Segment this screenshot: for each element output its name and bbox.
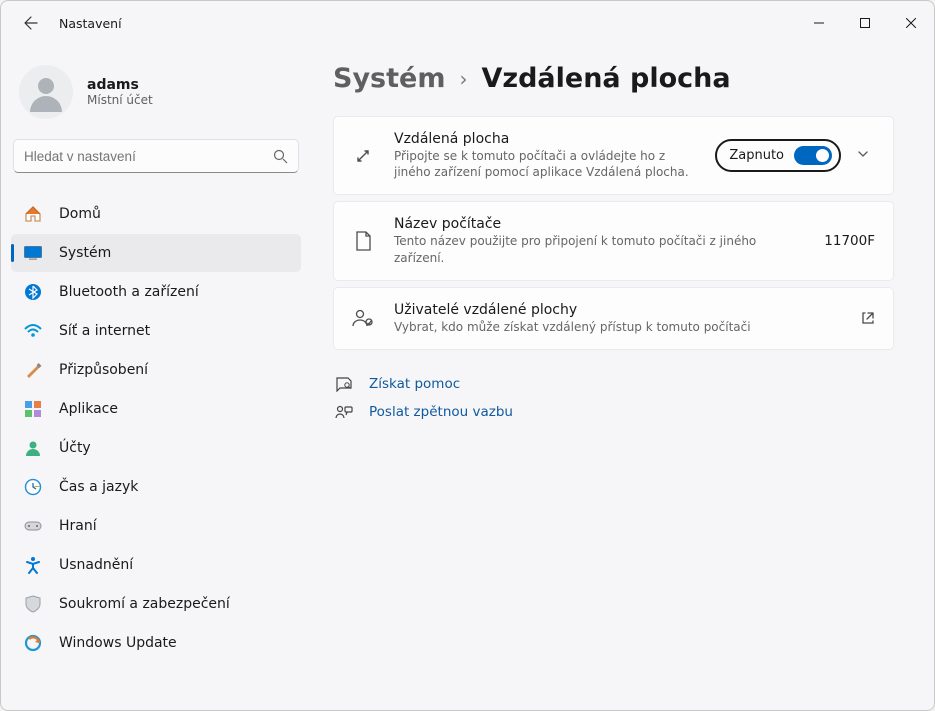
feedback-icon bbox=[333, 404, 355, 420]
nav-update[interactable]: Windows Update bbox=[11, 624, 301, 662]
document-icon bbox=[350, 228, 376, 254]
get-help-link[interactable]: Získat pomoc bbox=[369, 376, 460, 392]
nav-label: Aplikace bbox=[59, 401, 118, 417]
nav-label: Síť a internet bbox=[59, 323, 150, 339]
window-controls bbox=[796, 7, 934, 39]
apps-icon bbox=[23, 399, 43, 419]
main-content: Systém › Vzdálená plocha Vzdálená plocha… bbox=[311, 45, 934, 710]
minimize-icon bbox=[814, 18, 824, 28]
bluetooth-icon bbox=[23, 282, 43, 302]
breadcrumb-current: Vzdálená plocha bbox=[481, 63, 730, 94]
card-title: Uživatelé vzdálené plochy bbox=[394, 302, 843, 318]
open-link-icon bbox=[861, 311, 875, 325]
nav-label: Windows Update bbox=[59, 635, 177, 651]
avatar bbox=[19, 65, 73, 119]
chevron-down-icon bbox=[857, 148, 869, 160]
card-title: Název počítače bbox=[394, 216, 806, 232]
card-title: Vzdálená plocha bbox=[394, 131, 697, 147]
breadcrumb: Systém › Vzdálená plocha bbox=[333, 63, 894, 94]
card-sub: Tento název použijte pro připojení k tom… bbox=[394, 233, 806, 265]
system-icon bbox=[23, 243, 43, 263]
nav-system[interactable]: Systém bbox=[11, 234, 301, 272]
card-remote-desktop[interactable]: Vzdálená plocha Připojte se k tomuto poč… bbox=[333, 116, 894, 195]
nav-label: Účty bbox=[59, 440, 91, 456]
close-icon bbox=[906, 18, 916, 28]
expand-button[interactable] bbox=[851, 142, 875, 170]
brush-icon bbox=[23, 360, 43, 380]
card-remote-users[interactable]: Uživatelé vzdálené plochy Vybrat, kdo mů… bbox=[333, 287, 894, 350]
breadcrumb-root[interactable]: Systém bbox=[333, 63, 445, 94]
gamepad-icon bbox=[23, 516, 43, 536]
close-button[interactable] bbox=[888, 7, 934, 39]
nav-label: Usnadnění bbox=[59, 557, 133, 573]
card-pc-name: Název počítače Tento název použijte pro … bbox=[333, 201, 894, 280]
nav-personalization[interactable]: Přizpůsobení bbox=[11, 351, 301, 389]
back-button[interactable] bbox=[11, 3, 51, 43]
nav-list: Domů Systém Bluetooth a zařízení Síť a i… bbox=[11, 195, 301, 662]
wifi-icon bbox=[23, 321, 43, 341]
window-title: Nastavení bbox=[59, 16, 122, 31]
shield-icon bbox=[23, 594, 43, 614]
maximize-button[interactable] bbox=[842, 7, 888, 39]
nav-bluetooth[interactable]: Bluetooth a zařízení bbox=[11, 273, 301, 311]
help-links: Získat pomoc Poslat zpětnou vazbu bbox=[333, 376, 894, 420]
pc-name-value: 11700F bbox=[824, 233, 875, 249]
feedback-link-row: Poslat zpětnou vazbu bbox=[333, 404, 894, 420]
remote-desktop-toggle-group: Zapnuto bbox=[715, 139, 841, 172]
search-box[interactable] bbox=[13, 139, 299, 173]
nav-label: Přizpůsobení bbox=[59, 362, 148, 378]
card-sub: Vybrat, kdo může získat vzdálený přístup… bbox=[394, 319, 843, 335]
minimize-button[interactable] bbox=[796, 7, 842, 39]
nav-label: Domů bbox=[59, 206, 101, 222]
nav-label: Systém bbox=[59, 245, 111, 261]
chevron-right-icon: › bbox=[459, 67, 467, 91]
card-sub: Připojte se k tomuto počítači a ovládejt… bbox=[394, 148, 697, 180]
nav-privacy[interactable]: Soukromí a zabezpečení bbox=[11, 585, 301, 623]
remote-desktop-toggle[interactable] bbox=[794, 146, 832, 165]
nav-label: Bluetooth a zařízení bbox=[59, 284, 199, 300]
clock-icon bbox=[23, 477, 43, 497]
search-icon bbox=[273, 149, 288, 164]
update-icon bbox=[23, 633, 43, 653]
send-feedback-link[interactable]: Poslat zpětnou vazbu bbox=[369, 404, 513, 420]
titlebar: Nastavení bbox=[1, 1, 934, 45]
back-arrow-icon bbox=[23, 15, 39, 31]
users-icon bbox=[350, 305, 376, 331]
toggle-label: Zapnuto bbox=[729, 148, 784, 163]
nav-accounts[interactable]: Účty bbox=[11, 429, 301, 467]
search-input[interactable] bbox=[24, 149, 273, 164]
account-type: Místní účet bbox=[87, 93, 153, 107]
account-block[interactable]: adams Místní účet bbox=[11, 45, 301, 139]
sidebar: adams Místní účet Domů Systém bbox=[1, 45, 311, 710]
nav-gaming[interactable]: Hraní bbox=[11, 507, 301, 545]
remote-desktop-icon bbox=[350, 143, 376, 169]
person-icon bbox=[26, 72, 66, 112]
nav-time[interactable]: Čas a jazyk bbox=[11, 468, 301, 506]
nav-accessibility[interactable]: Usnadnění bbox=[11, 546, 301, 584]
nav-network[interactable]: Síť a internet bbox=[11, 312, 301, 350]
nav-home[interactable]: Domů bbox=[11, 195, 301, 233]
nav-apps[interactable]: Aplikace bbox=[11, 390, 301, 428]
accessibility-icon bbox=[23, 555, 43, 575]
nav-label: Čas a jazyk bbox=[59, 479, 138, 495]
home-icon bbox=[23, 204, 43, 224]
account-icon bbox=[23, 438, 43, 458]
nav-label: Hraní bbox=[59, 518, 97, 534]
maximize-icon bbox=[860, 18, 870, 28]
help-icon bbox=[333, 376, 355, 392]
help-link-row: Získat pomoc bbox=[333, 376, 894, 392]
account-name: adams bbox=[87, 77, 153, 93]
nav-label: Soukromí a zabezpečení bbox=[59, 596, 230, 612]
